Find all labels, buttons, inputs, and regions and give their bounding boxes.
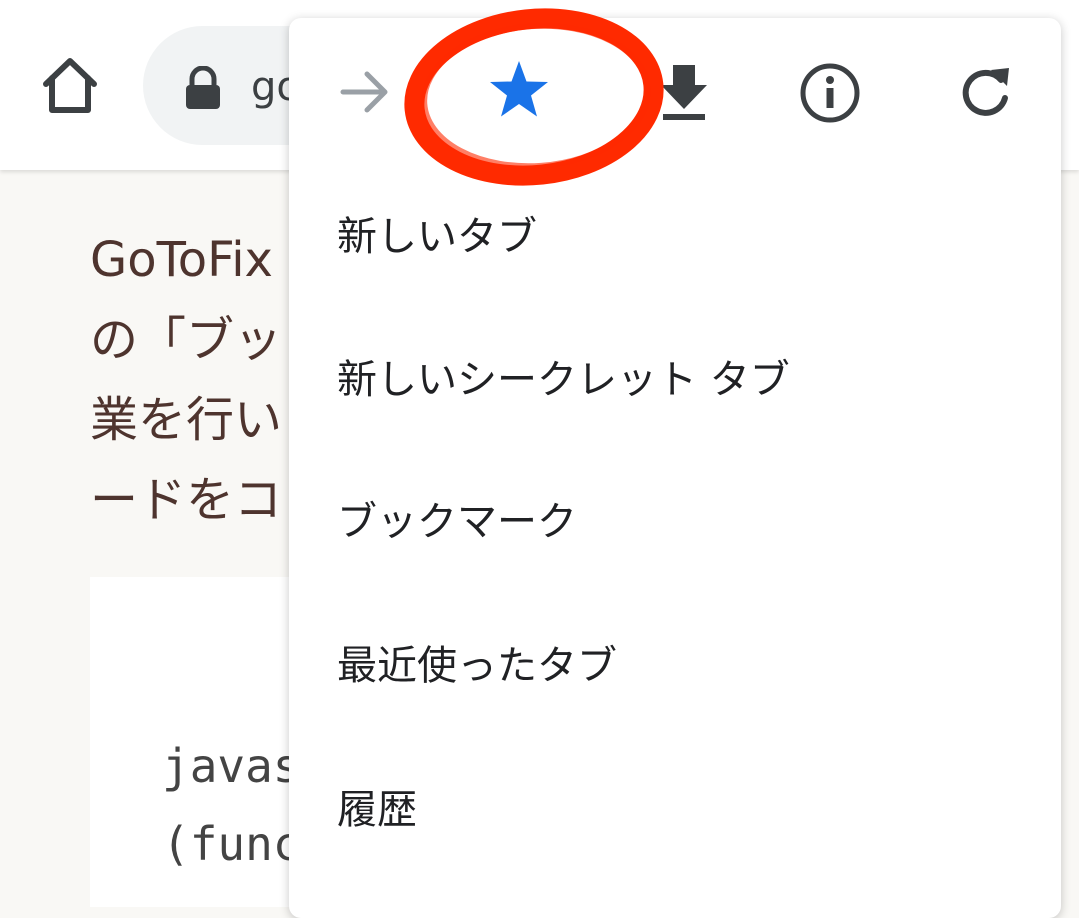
home-icon[interactable] (34, 50, 106, 122)
refresh-icon[interactable] (957, 64, 1013, 124)
code-line: javas (162, 739, 301, 793)
code-line: (func (162, 817, 301, 871)
download-icon[interactable] (659, 63, 709, 125)
menu-item-history[interactable]: 履歴 (337, 784, 417, 836)
bookmark-star-icon[interactable] (487, 58, 551, 126)
menu-icon-row (289, 18, 1061, 168)
overflow-menu: 新しいタブ 新しいシークレット タブ ブックマーク 最近使ったタブ 履歴 (289, 18, 1061, 918)
menu-item-new-incognito-tab[interactable]: 新しいシークレット タブ (337, 354, 790, 406)
menu-item-bookmarks[interactable]: ブックマーク (337, 496, 577, 548)
menu-item-new-tab[interactable]: 新しいタブ (337, 211, 537, 263)
menu-item-recent-tabs[interactable]: 最近使ったタブ (337, 640, 617, 692)
info-icon[interactable] (799, 62, 861, 128)
forward-arrow-icon[interactable] (339, 66, 391, 122)
lock-icon (183, 65, 223, 110)
